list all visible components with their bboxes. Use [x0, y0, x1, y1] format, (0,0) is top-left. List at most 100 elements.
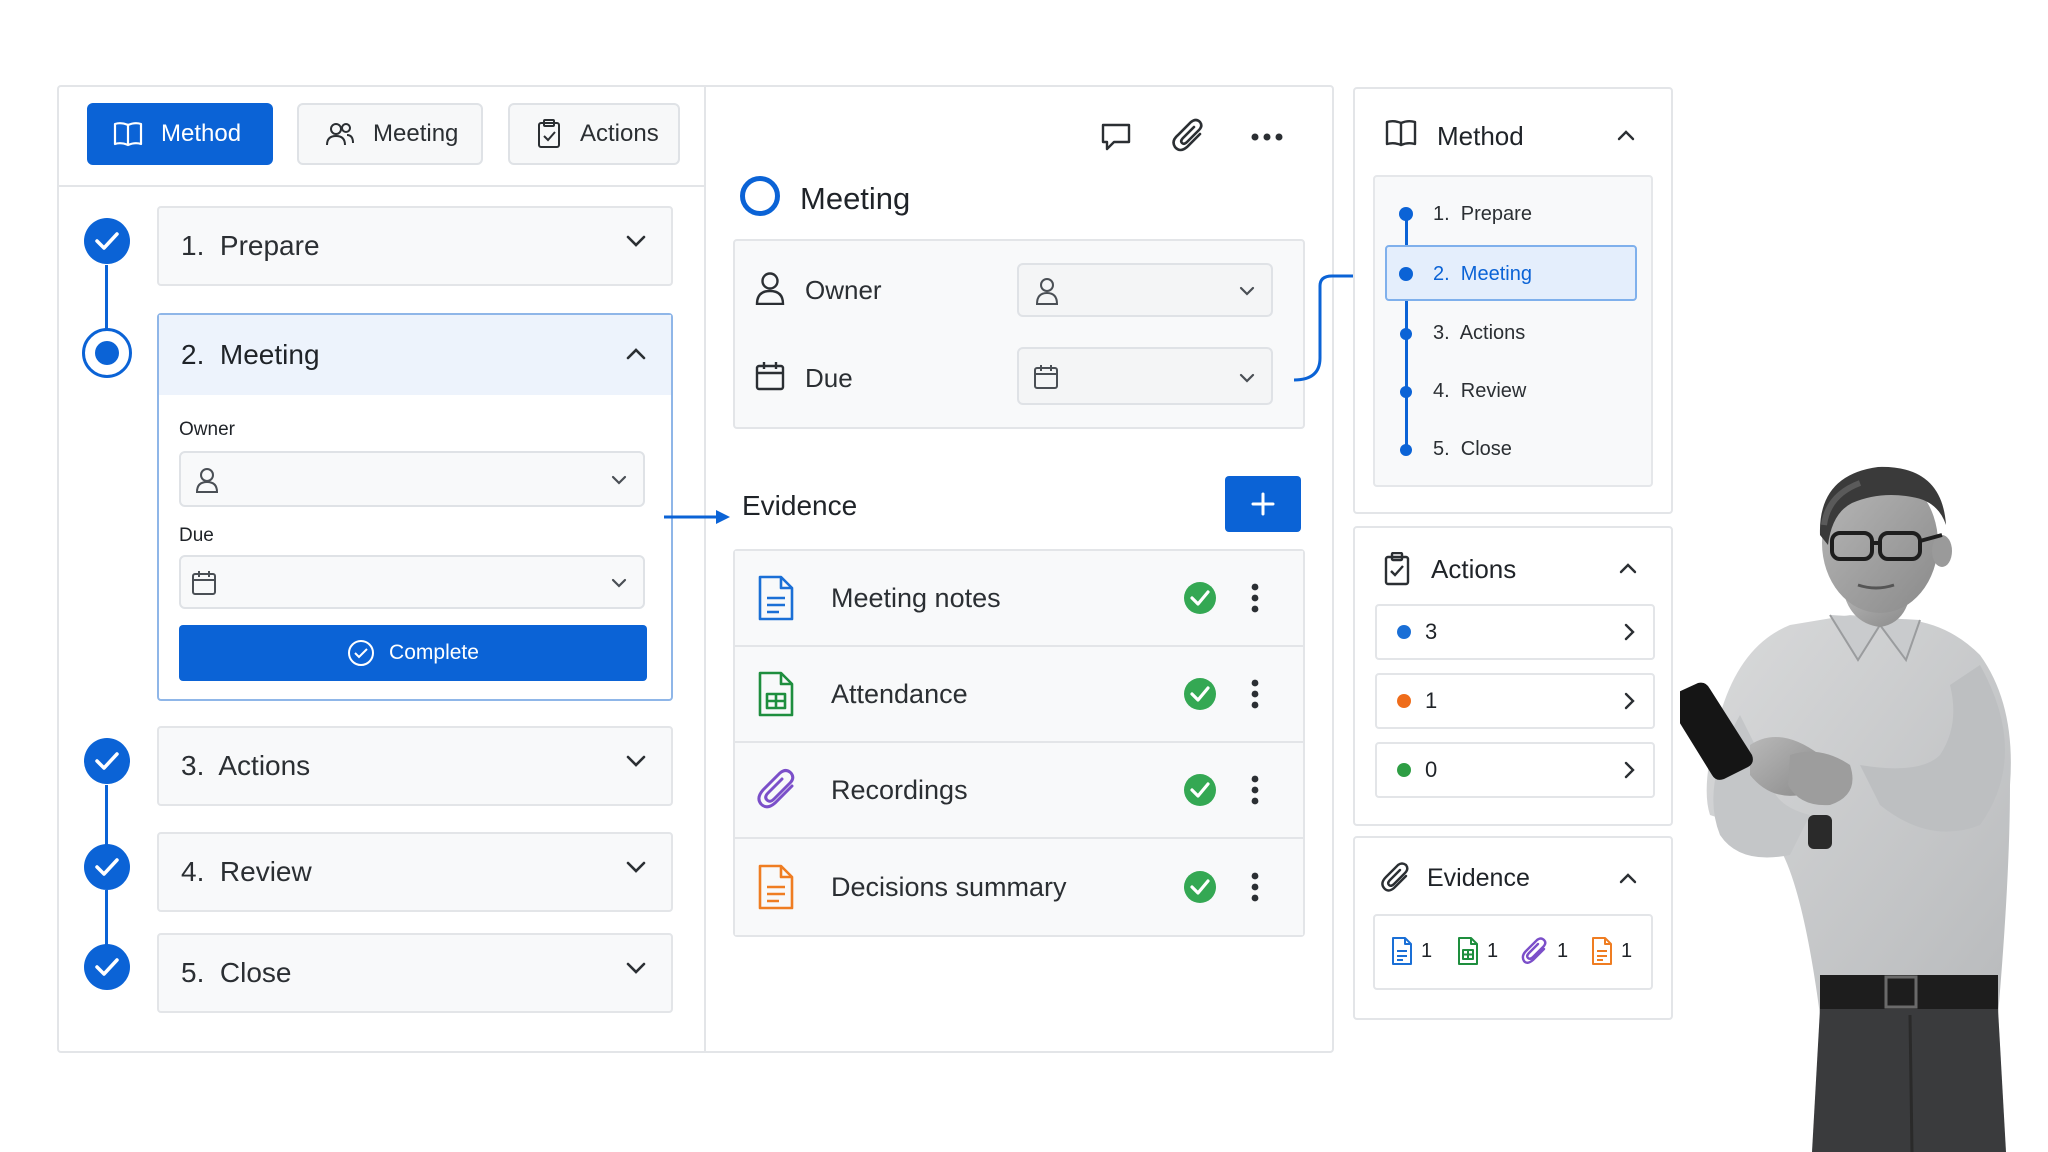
step-close[interactable]: 5. Close	[157, 933, 673, 1013]
actions-row-open[interactable]: 3	[1375, 604, 1655, 660]
document-icon	[758, 575, 794, 621]
tab-method[interactable]: Method	[87, 103, 273, 165]
step-prepare[interactable]: 1. Prepare	[157, 206, 673, 286]
users-icon	[326, 123, 354, 146]
evidence-item-recordings[interactable]: Recordings	[735, 743, 1303, 839]
more-vertical-icon[interactable]	[1251, 775, 1259, 805]
owner-due-panel: Owner Due	[733, 239, 1305, 429]
book-icon	[113, 122, 143, 147]
method-step-meeting[interactable]: 2. Meeting	[1433, 263, 1532, 286]
person-using-phone-photo	[1680, 466, 2011, 1152]
due-label: Due	[805, 363, 853, 393]
check-icon	[95, 752, 119, 770]
chevron-up-icon[interactable]	[1619, 562, 1637, 574]
evidence-counts: 1 1 1 1	[1373, 914, 1653, 990]
owner-select[interactable]	[179, 451, 645, 507]
evidence-list: Meeting notes Attendance Recordings Deci…	[733, 549, 1305, 937]
status-dot	[1397, 694, 1411, 708]
owner-select[interactable]	[1017, 263, 1273, 317]
tab-label: Actions	[580, 120, 659, 147]
chevron-up-icon[interactable]	[1617, 129, 1635, 141]
document-icon	[1592, 937, 1612, 965]
check-icon	[95, 858, 119, 876]
step-dot	[1400, 386, 1412, 398]
due-date-select[interactable]	[1017, 347, 1273, 405]
step-actions[interactable]: 3. Actions	[157, 726, 673, 806]
chevron-right-icon	[1624, 623, 1635, 641]
owner-label: Owner	[179, 419, 235, 440]
check-circle-icon	[1184, 871, 1216, 903]
step-done-indicator	[84, 944, 130, 990]
book-icon	[1385, 120, 1417, 147]
paperclip-icon	[1381, 862, 1409, 892]
chevron-down-icon	[611, 475, 627, 485]
evidence-count: 1	[1557, 940, 1569, 962]
more-vertical-icon[interactable]	[1251, 583, 1259, 613]
user-icon	[195, 468, 219, 493]
evidence-item-attendance[interactable]: Attendance	[735, 647, 1303, 743]
calendar-icon	[1034, 365, 1058, 389]
chevron-up-icon	[626, 348, 646, 360]
due-label: Due	[179, 525, 214, 546]
owner-label: Owner	[805, 275, 882, 305]
paperclip-icon	[757, 769, 795, 809]
chevron-down-icon	[1239, 373, 1255, 383]
calendar-icon	[192, 571, 216, 595]
tabs-divider	[59, 185, 704, 187]
evidence-item-decisions-summary[interactable]: Decisions summary	[735, 839, 1303, 935]
evidence-label: Decisions summary	[831, 871, 1067, 902]
step-review[interactable]: 4. Review	[157, 832, 673, 912]
more-vertical-icon[interactable]	[1251, 872, 1259, 902]
actions-row-done[interactable]: 0	[1375, 742, 1655, 798]
check-icon	[95, 958, 119, 976]
check-icon	[95, 232, 119, 250]
column-divider	[704, 87, 706, 1051]
user-icon	[755, 272, 785, 305]
step-dot	[1400, 444, 1412, 456]
action-count: 3	[1425, 619, 1438, 644]
evidence-heading: Evidence	[742, 490, 858, 521]
clipboard-check-icon	[538, 119, 560, 148]
due-date-select[interactable]	[179, 555, 645, 609]
more-horizontal-icon[interactable]	[1250, 132, 1284, 142]
evidence-summary-panel: Evidence 1 1 1 1	[1353, 836, 1673, 1020]
clipboard-check-icon	[1384, 552, 1410, 586]
panel-title: Actions	[1431, 554, 1517, 584]
step-dot	[1400, 328, 1412, 340]
comment-icon[interactable]	[1100, 122, 1132, 152]
step-done-indicator	[84, 844, 130, 890]
complete-button[interactable]: Complete	[179, 625, 647, 681]
paperclip-icon[interactable]	[1172, 118, 1206, 154]
tab-label: Method	[161, 120, 242, 147]
evidence-label: Meeting notes	[831, 582, 1001, 613]
more-vertical-icon[interactable]	[1251, 679, 1259, 709]
step-dot	[1399, 267, 1413, 281]
evidence-item-meeting-notes[interactable]: Meeting notes	[735, 551, 1303, 647]
spreadsheet-icon	[758, 671, 794, 717]
status-dot	[1397, 625, 1411, 639]
step-label: 3. Actions	[181, 750, 311, 781]
add-evidence-button[interactable]	[1225, 476, 1301, 532]
method-step-close[interactable]: 5. Close	[1433, 438, 1512, 461]
step-label: 2. Meeting	[181, 339, 320, 370]
method-step-review[interactable]: 4. Review	[1433, 380, 1526, 403]
tab-meeting[interactable]: Meeting	[297, 103, 483, 165]
plus-icon	[1251, 492, 1275, 516]
chevron-down-icon	[626, 235, 646, 247]
step-label: 5. Close	[181, 957, 292, 988]
chevron-right-icon	[1624, 761, 1635, 779]
method-step-list: 1. Prepare 2. Meeting 3. Actions 4. Revi…	[1373, 175, 1653, 487]
step-done-indicator	[84, 218, 130, 264]
tab-actions[interactable]: Actions	[508, 103, 680, 165]
step-meeting-header[interactable]: 2. Meeting	[159, 315, 671, 395]
evidence-count: 1	[1621, 940, 1633, 962]
complete-label: Complete	[389, 641, 479, 664]
actions-row-in-progress[interactable]: 1	[1375, 673, 1655, 729]
check-circle-icon	[1184, 678, 1216, 710]
detail-title: Meeting	[800, 181, 911, 216]
evidence-count: 1	[1487, 940, 1499, 962]
method-step-actions[interactable]: 3. Actions	[1433, 322, 1525, 345]
method-step-prepare[interactable]: 1. Prepare	[1433, 203, 1532, 226]
chevron-down-icon	[626, 861, 646, 873]
chevron-up-icon[interactable]	[1619, 872, 1637, 884]
